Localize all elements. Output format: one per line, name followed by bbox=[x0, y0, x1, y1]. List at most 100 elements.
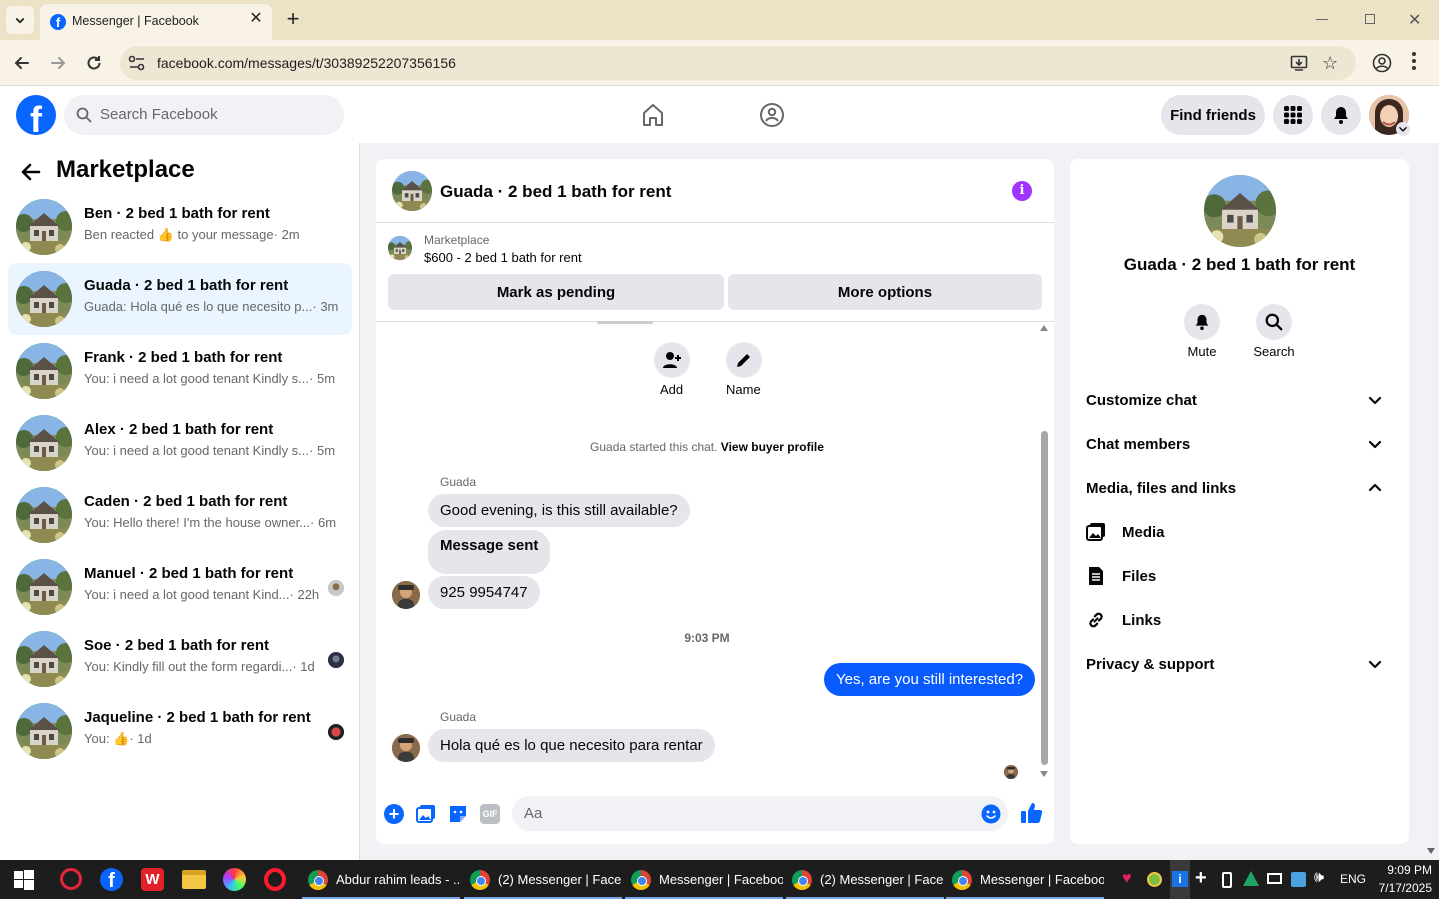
back-arrow-icon[interactable] bbox=[20, 161, 42, 183]
bookmark-star-icon[interactable]: ☆ bbox=[1322, 53, 1338, 74]
taskbar-window[interactable]: Messenger | Faceboo... bbox=[946, 860, 1104, 899]
send-like-icon[interactable] bbox=[1020, 801, 1044, 825]
pencil-icon bbox=[737, 354, 750, 367]
incoming-message[interactable]: Message sent bbox=[428, 530, 551, 574]
opera-icon[interactable] bbox=[264, 868, 286, 891]
incoming-message[interactable]: Good evening, is this still available? bbox=[428, 494, 690, 527]
reload-icon[interactable] bbox=[84, 53, 104, 73]
new-tab-icon[interactable]: + bbox=[282, 8, 304, 30]
info-tray-icon[interactable]: i bbox=[1170, 860, 1190, 899]
conversation-item[interactable]: Soe · 2 bed 1 bath for rent You: Kindly … bbox=[8, 623, 352, 695]
browser-menu-icon[interactable] bbox=[1412, 52, 1416, 72]
chat-members-row[interactable]: Chat members bbox=[1086, 424, 1397, 464]
attach-photo-icon[interactable] bbox=[416, 804, 436, 824]
search-facebook-input[interactable]: Search Facebook bbox=[64, 95, 344, 135]
file-explorer-icon[interactable] bbox=[182, 870, 206, 889]
clock-date[interactable]: 7/17/2025 bbox=[1362, 881, 1432, 895]
chat-started-notice: Guada started this chat. View buyer prof… bbox=[590, 440, 824, 454]
emoji-icon[interactable] bbox=[981, 804, 1001, 824]
profile-icon[interactable] bbox=[1372, 53, 1392, 73]
name-chat-button[interactable] bbox=[726, 342, 762, 378]
groups-nav-icon[interactable] bbox=[759, 102, 785, 128]
scrollbar-down-arrow[interactable] bbox=[1040, 771, 1048, 777]
chrome-icon bbox=[792, 869, 812, 890]
conversation-info-icon[interactable]: i bbox=[1012, 181, 1032, 201]
conversation-item[interactable]: Frank · 2 bed 1 bath for rent You: i nee… bbox=[8, 335, 352, 407]
media-files-links-row[interactable]: Media, files and links bbox=[1086, 468, 1397, 508]
taskbar-window[interactable]: Abdur rahim leads - ... bbox=[302, 860, 460, 899]
chat-title[interactable]: Guada · 2 bed 1 bath for rent bbox=[440, 182, 671, 202]
tab-search-button[interactable] bbox=[6, 6, 34, 34]
back-icon[interactable] bbox=[12, 53, 32, 73]
tab-close-icon[interactable]: ✕ bbox=[246, 9, 266, 29]
usb-tray-icon[interactable] bbox=[1222, 872, 1232, 888]
incoming-message[interactable]: Hola qué es lo que necesito para rentar bbox=[428, 729, 715, 762]
conversation-preview: Ben reacted 👍 to your message· 2m bbox=[84, 227, 300, 242]
home-nav-icon[interactable] bbox=[640, 102, 666, 128]
network-tray-icon[interactable] bbox=[1267, 873, 1282, 884]
menu-grid-button[interactable] bbox=[1273, 95, 1313, 135]
display-tray-icon[interactable] bbox=[1291, 872, 1306, 887]
view-buyer-profile-link[interactable]: View buyer profile bbox=[721, 440, 824, 454]
listing-avatar bbox=[16, 271, 72, 327]
more-options-button[interactable]: More options bbox=[728, 274, 1042, 310]
more-actions-plus-icon[interactable]: + bbox=[384, 804, 404, 824]
conversation-item[interactable]: Caden · 2 bed 1 bath for rent You: Hello… bbox=[8, 479, 352, 551]
find-friends-button[interactable]: Find friends bbox=[1161, 95, 1265, 135]
message-input[interactable]: Aa bbox=[512, 796, 1008, 831]
search-icon bbox=[1265, 313, 1283, 331]
taskbar-window[interactable]: (2) Messenger | Face... bbox=[786, 860, 944, 899]
forward-icon[interactable] bbox=[48, 53, 68, 73]
conversation-item[interactable]: Ben · 2 bed 1 bath for rent Ben reacted … bbox=[8, 191, 352, 263]
mark-as-pending-button[interactable]: Mark as pending bbox=[388, 274, 724, 310]
sticker-icon[interactable] bbox=[448, 804, 468, 824]
site-settings-icon[interactable] bbox=[128, 55, 146, 71]
conversation-preview: You: Hello there! I'm the house owner...… bbox=[84, 515, 337, 530]
listing-avatar bbox=[16, 415, 72, 471]
taskbar-window[interactable]: (2) Messenger | Face... bbox=[464, 860, 622, 899]
wps-office-icon[interactable]: W bbox=[141, 868, 164, 891]
chat-header: Guada · 2 bed 1 bath for rent i bbox=[376, 159, 1054, 223]
heart-tray-icon[interactable]: ♥ bbox=[1122, 870, 1132, 888]
customize-chat-row[interactable]: Customize chat bbox=[1086, 380, 1397, 420]
drive-tray-icon[interactable] bbox=[1243, 871, 1259, 886]
restore-icon[interactable] bbox=[1365, 14, 1375, 24]
address-bar[interactable]: facebook.com/messages/t/3038925220735615… bbox=[120, 46, 1356, 80]
conversation-item[interactable]: Alex · 2 bed 1 bath for rent You: i need… bbox=[8, 407, 352, 479]
minimize-icon[interactable] bbox=[1316, 19, 1328, 20]
opera-gx-icon[interactable] bbox=[60, 868, 82, 890]
listing-summary[interactable]: Marketplace $600 - 2 bed 1 bath for rent bbox=[376, 223, 1054, 271]
close-window-icon[interactable]: ✕ bbox=[1408, 10, 1421, 30]
incoming-message[interactable]: 925 9954747 bbox=[428, 576, 540, 609]
conversation-item-selected[interactable]: Guada · 2 bed 1 bath for rent Guada: Hol… bbox=[8, 263, 352, 335]
account-chevron-icon[interactable] bbox=[1396, 122, 1410, 136]
facebook-app-icon[interactable]: f bbox=[100, 868, 123, 891]
taskbar-window[interactable]: Messenger | Faceboo... bbox=[625, 860, 783, 899]
search-in-conversation-button[interactable] bbox=[1256, 304, 1292, 340]
volume-icon[interactable]: 🕪 bbox=[1314, 869, 1324, 887]
scrollbar-up-arrow[interactable] bbox=[1040, 325, 1048, 331]
gif-icon[interactable]: GIF bbox=[480, 804, 500, 824]
start-windows-icon[interactable] bbox=[14, 870, 34, 890]
tray-app-icon[interactable] bbox=[1147, 872, 1162, 887]
links-row[interactable]: Links bbox=[1086, 600, 1397, 640]
chat-avatar[interactable] bbox=[392, 171, 432, 211]
outgoing-message[interactable]: Yes, are you still interested? bbox=[824, 663, 1036, 696]
facebook-logo-icon[interactable]: f bbox=[16, 95, 56, 135]
notifications-button[interactable] bbox=[1321, 95, 1361, 135]
add-people-button[interactable] bbox=[654, 342, 690, 378]
browser-tab-active[interactable]: f Messenger | Facebook ✕ bbox=[40, 4, 272, 40]
conversation-item[interactable]: Manuel · 2 bed 1 bath for rent You: i ne… bbox=[8, 551, 352, 623]
conversation-item[interactable]: Jaqueline · 2 bed 1 bath for rent You: 👍… bbox=[8, 695, 352, 767]
plus-tray-icon[interactable]: + bbox=[1195, 867, 1207, 890]
page-scroll-down-arrow[interactable] bbox=[1427, 848, 1435, 854]
scrollbar-thumb[interactable] bbox=[1041, 431, 1048, 765]
mute-button[interactable] bbox=[1184, 304, 1220, 340]
files-row[interactable]: Files bbox=[1086, 556, 1397, 596]
clock-time[interactable]: 9:09 PM bbox=[1372, 863, 1432, 877]
media-row[interactable]: Media bbox=[1086, 512, 1397, 552]
install-app-icon[interactable] bbox=[1290, 54, 1308, 72]
color-app-icon[interactable] bbox=[223, 868, 246, 891]
tab-title: Messenger | Facebook bbox=[72, 14, 199, 28]
privacy-support-row[interactable]: Privacy & support bbox=[1086, 644, 1397, 684]
